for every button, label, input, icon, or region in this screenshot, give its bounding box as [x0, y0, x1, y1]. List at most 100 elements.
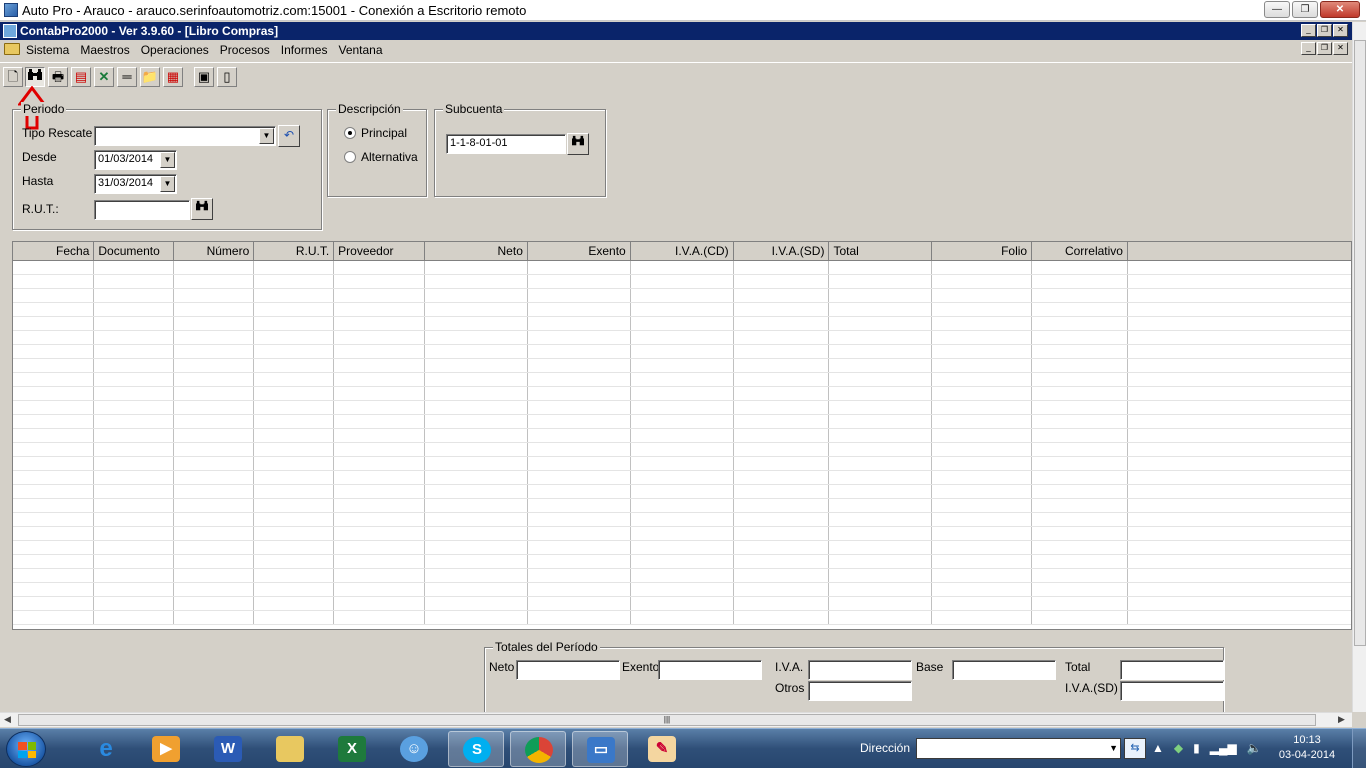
table-row[interactable] [13, 610, 1351, 625]
menu-informes[interactable]: Informes [281, 43, 334, 57]
binoculars-icon[interactable] [25, 67, 45, 87]
table-cell[interactable] [1031, 316, 1128, 331]
table-cell[interactable] [630, 582, 734, 597]
table-cell[interactable] [527, 414, 631, 429]
table-cell[interactable] [253, 302, 335, 317]
table-cell[interactable] [93, 372, 175, 387]
table-cell[interactable] [1127, 330, 1351, 345]
table-cell[interactable] [424, 470, 528, 485]
table-cell[interactable] [828, 540, 933, 555]
table-cell[interactable] [931, 260, 1033, 275]
table-cell[interactable] [527, 358, 631, 373]
table-cell[interactable] [173, 316, 255, 331]
table-cell[interactable] [424, 442, 528, 457]
restore-button[interactable]: ❐ [1292, 1, 1318, 18]
table-cell[interactable] [253, 470, 335, 485]
column-header-iva-sd[interactable]: I.V.A.(SD) [733, 242, 830, 261]
scroll-right-icon[interactable]: ▶ [1338, 714, 1345, 725]
table-cell[interactable] [527, 596, 631, 611]
table-cell[interactable] [13, 414, 95, 429]
table-row[interactable] [13, 372, 1351, 387]
print-icon[interactable]: 🖶 [48, 67, 68, 87]
table-cell[interactable] [931, 400, 1033, 415]
table-cell[interactable] [13, 484, 95, 499]
desde-date-field[interactable]: 01/03/2014 ▼ [94, 150, 177, 170]
subcuenta-search-button[interactable] [567, 133, 589, 155]
table-cell[interactable] [527, 400, 631, 415]
table-cell[interactable] [1031, 358, 1128, 373]
table-cell[interactable] [828, 400, 933, 415]
tipo-rescate-select[interactable]: ▼ [94, 126, 276, 146]
table-row[interactable] [13, 498, 1351, 513]
direccion-go-icon[interactable]: ⇆ [1124, 738, 1146, 759]
table-cell[interactable] [931, 470, 1033, 485]
table-cell[interactable] [828, 484, 933, 499]
table-cell[interactable] [1127, 568, 1351, 583]
table-cell[interactable] [733, 512, 830, 527]
horizontal-scrollbar[interactable]: ◀ ||| ▶ [0, 712, 1352, 727]
table-cell[interactable] [527, 484, 631, 499]
table-cell[interactable] [173, 288, 255, 303]
table-cell[interactable] [173, 526, 255, 541]
horizontal-scroll-thumb[interactable]: ||| [18, 714, 1316, 726]
table-row[interactable] [13, 582, 1351, 597]
table-cell[interactable] [13, 274, 95, 289]
table-cell[interactable] [253, 358, 335, 373]
table-cell[interactable] [630, 302, 734, 317]
table-cell[interactable] [1127, 470, 1351, 485]
table-cell[interactable] [733, 316, 830, 331]
table-cell[interactable] [1031, 526, 1128, 541]
table-cell[interactable] [93, 512, 175, 527]
table-cell[interactable] [173, 442, 255, 457]
column-header-rut[interactable]: R.U.T. [253, 242, 335, 261]
table-cell[interactable] [733, 274, 830, 289]
table-cell[interactable] [828, 582, 933, 597]
table-cell[interactable] [828, 372, 933, 387]
table-cell[interactable] [733, 554, 830, 569]
table-cell[interactable] [93, 288, 175, 303]
table-cell[interactable] [253, 596, 335, 611]
table-cell[interactable] [630, 372, 734, 387]
table-cell[interactable] [931, 498, 1033, 513]
column-header-neto[interactable]: Neto [424, 242, 528, 261]
table-cell[interactable] [173, 400, 255, 415]
table-cell[interactable] [253, 540, 335, 555]
exento-total-field[interactable] [658, 660, 762, 680]
table-cell[interactable] [1031, 260, 1128, 275]
table-cell[interactable] [1031, 554, 1128, 569]
table-cell[interactable] [931, 288, 1033, 303]
table-cell[interactable] [733, 498, 830, 513]
table-cell[interactable] [527, 302, 631, 317]
table-cell[interactable] [424, 386, 528, 401]
table-cell[interactable] [1031, 372, 1128, 387]
table-cell[interactable] [527, 260, 631, 275]
table-row[interactable] [13, 316, 1351, 331]
table-cell[interactable] [93, 330, 175, 345]
menu-operaciones[interactable]: Operaciones [141, 43, 215, 57]
table-cell[interactable] [253, 372, 335, 387]
table-cell[interactable] [828, 470, 933, 485]
table-cell[interactable] [253, 260, 335, 275]
table-cell[interactable] [173, 330, 255, 345]
table-cell[interactable] [931, 274, 1033, 289]
table-cell[interactable] [424, 372, 528, 387]
chevron-down-icon[interactable]: ▼ [1109, 743, 1118, 753]
table-cell[interactable] [1031, 568, 1128, 583]
properties-icon[interactable]: ▣ [194, 67, 214, 87]
table-row[interactable] [13, 344, 1351, 359]
table-cell[interactable] [333, 554, 426, 569]
table-cell[interactable] [173, 302, 255, 317]
table-cell[interactable] [733, 540, 830, 555]
table-cell[interactable] [527, 568, 631, 583]
table-cell[interactable] [630, 610, 734, 625]
otros-total-field[interactable] [808, 681, 912, 701]
table-cell[interactable] [733, 596, 830, 611]
network-agent-icon[interactable]: ◆ [1174, 741, 1183, 755]
table-cell[interactable] [333, 610, 426, 625]
table-cell[interactable] [424, 330, 528, 345]
table-cell[interactable] [333, 512, 426, 527]
taskbar-clock[interactable]: 10:13 03-04-2014 [1274, 733, 1340, 763]
table-cell[interactable] [733, 288, 830, 303]
table-cell[interactable] [527, 344, 631, 359]
close-button[interactable]: ✕ [1320, 1, 1360, 18]
